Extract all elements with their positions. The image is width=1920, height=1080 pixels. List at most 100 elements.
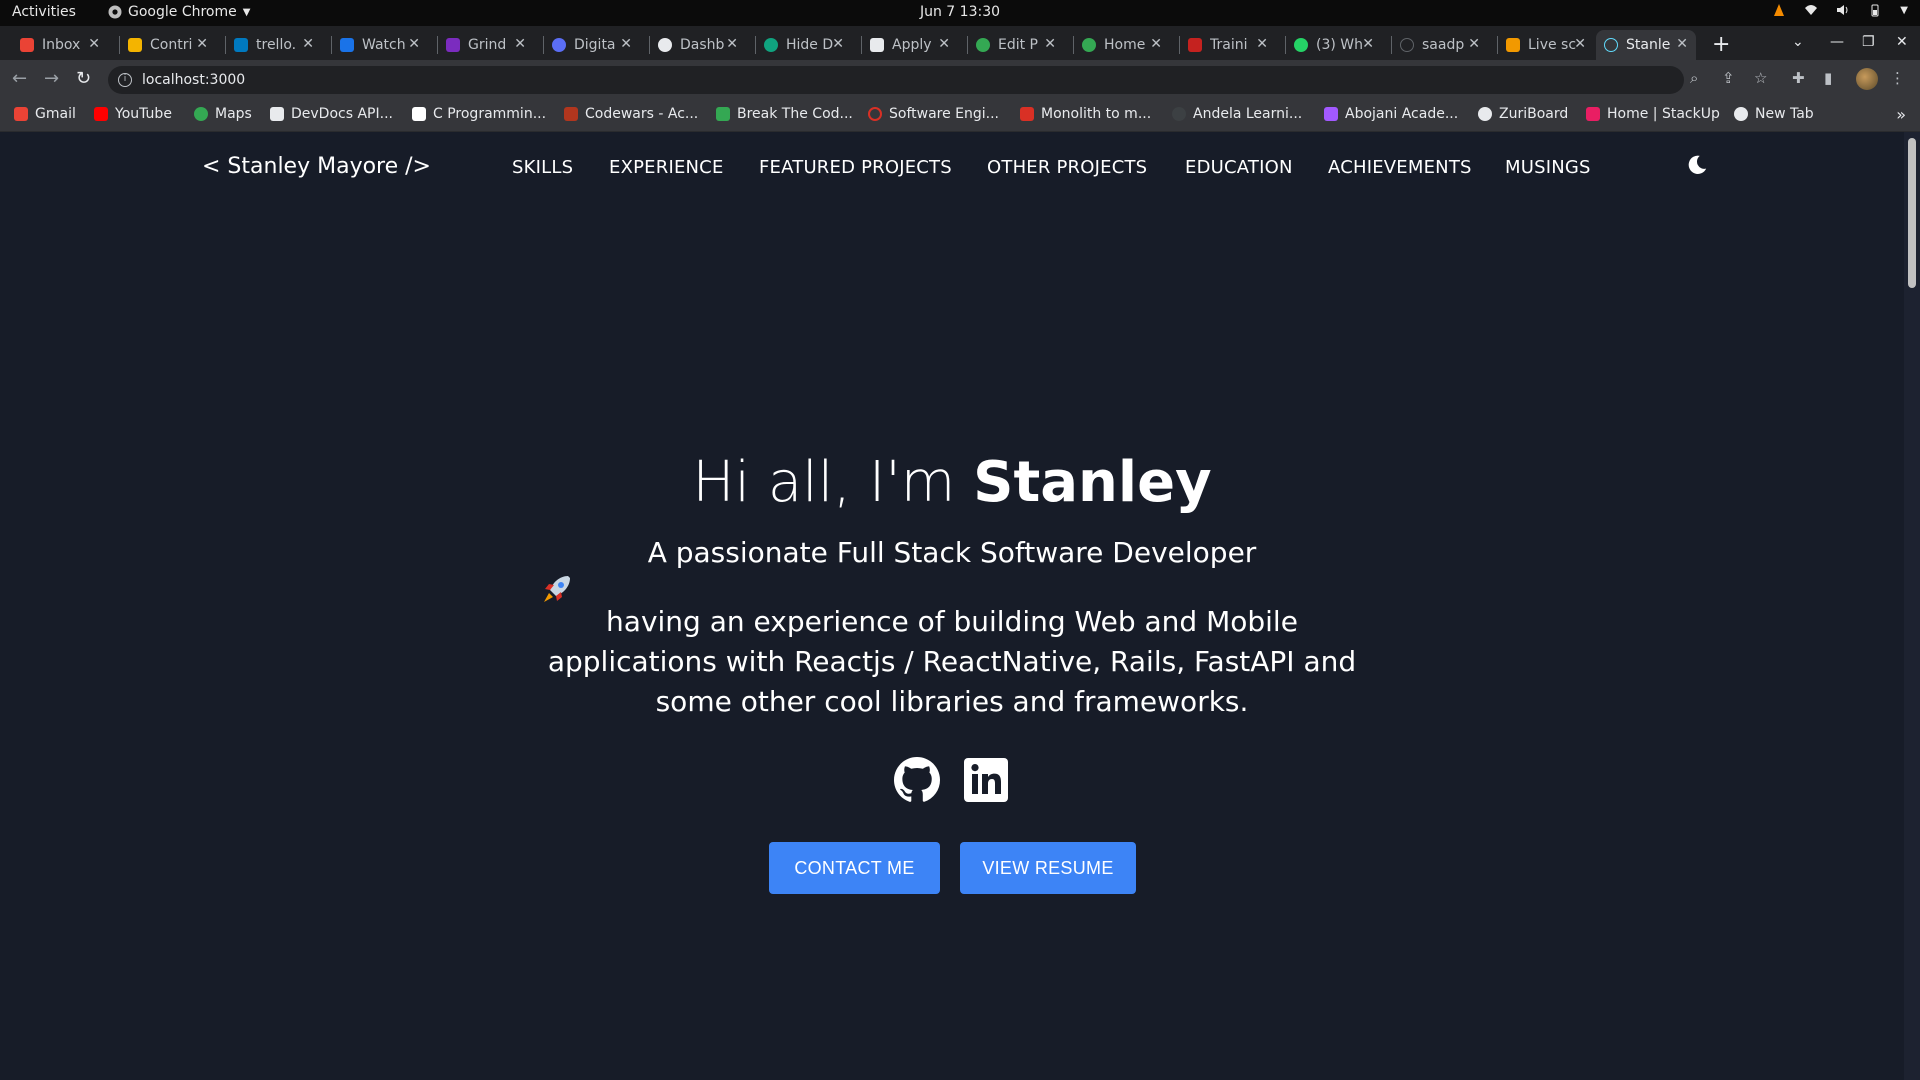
tab[interactable]: (3) Wh ✕ bbox=[1286, 30, 1382, 60]
profile-avatar[interactable] bbox=[1856, 68, 1878, 90]
tab-search-icon[interactable]: ⌄ bbox=[1792, 34, 1804, 50]
system-tray[interactable]: ▼ bbox=[1772, 3, 1908, 17]
close-icon[interactable]: ✕ bbox=[88, 36, 100, 52]
new-tab-button[interactable]: + bbox=[1712, 32, 1730, 57]
close-icon[interactable]: ✕ bbox=[832, 36, 844, 52]
bookmark-item[interactable]: Break The Cod... bbox=[716, 106, 853, 122]
back-icon[interactable]: ← bbox=[12, 68, 27, 89]
chrome-menu-icon[interactable]: ⋮ bbox=[1890, 69, 1905, 87]
volume-icon[interactable] bbox=[1836, 3, 1850, 17]
battery-icon[interactable] bbox=[1868, 3, 1882, 17]
forward-icon[interactable]: → bbox=[44, 68, 59, 89]
edit-icon bbox=[976, 38, 990, 52]
bookmark-item[interactable]: C Programmin... bbox=[412, 106, 546, 122]
tab[interactable]: Apply ✕ bbox=[862, 30, 958, 60]
restore-icon[interactable]: ❐ bbox=[1862, 34, 1875, 50]
nav-other-projects[interactable]: OTHER PROJECTS bbox=[987, 157, 1147, 178]
power-menu-icon[interactable]: ▼ bbox=[1900, 5, 1908, 16]
share-icon[interactable]: ⇪ bbox=[1722, 69, 1735, 87]
zoom-icon[interactable]: ⌕ bbox=[1690, 69, 1698, 87]
tab[interactable]: Digita ✕ bbox=[544, 30, 640, 60]
extensions-icon[interactable]: ✚ bbox=[1792, 69, 1805, 87]
url-text[interactable]: localhost:3000 bbox=[142, 72, 245, 88]
close-icon[interactable]: ✕ bbox=[1468, 36, 1480, 52]
more-bookmarks-icon[interactable]: » bbox=[1896, 105, 1906, 124]
close-icon[interactable]: ✕ bbox=[1044, 36, 1056, 52]
side-panel-icon[interactable]: ▮ bbox=[1824, 69, 1832, 87]
bookmark-item[interactable]: Abojani Acade... bbox=[1324, 106, 1458, 122]
view-resume-button[interactable]: VIEW RESUME bbox=[960, 842, 1136, 894]
tab-label: Live sc bbox=[1528, 37, 1577, 53]
close-icon[interactable]: ✕ bbox=[514, 36, 526, 52]
tab[interactable]: Contri ✕ bbox=[120, 30, 216, 60]
tab[interactable]: Traini ✕ bbox=[1180, 30, 1276, 60]
tab[interactable]: saadp ✕ bbox=[1392, 30, 1488, 60]
nav-achievements[interactable]: ACHIEVEMENTS bbox=[1328, 157, 1472, 178]
site-logo[interactable]: < Stanley Mayore /> bbox=[202, 154, 431, 179]
minimize-icon[interactable]: — bbox=[1830, 34, 1844, 50]
close-icon[interactable]: ✕ bbox=[408, 36, 420, 52]
hero-greeting: Hi all, I'm Stanley bbox=[0, 450, 1904, 515]
bookmark-item[interactable]: Home | StackUp bbox=[1586, 106, 1720, 122]
window-close-icon[interactable]: ✕ bbox=[1896, 34, 1908, 50]
tab-label: Dashb bbox=[680, 37, 725, 53]
wifi-icon[interactable] bbox=[1804, 3, 1818, 17]
close-icon[interactable]: ✕ bbox=[302, 36, 314, 52]
nav-featured-projects[interactable]: FEATURED PROJECTS bbox=[759, 157, 952, 178]
github-icon[interactable] bbox=[893, 756, 941, 804]
contact-me-button[interactable]: CONTACT ME bbox=[769, 842, 940, 894]
bookmark-item[interactable]: Monolith to m... bbox=[1020, 106, 1151, 122]
bookmark-item[interactable]: Andela Learni... bbox=[1172, 106, 1302, 122]
close-icon[interactable]: ✕ bbox=[1676, 36, 1688, 52]
tab[interactable]: trello. ✕ bbox=[226, 30, 322, 60]
nav-musings[interactable]: MUSINGS bbox=[1505, 157, 1591, 178]
close-icon[interactable]: ✕ bbox=[620, 36, 632, 52]
address-bar[interactable]: i localhost:3000 bbox=[108, 66, 1684, 94]
close-icon[interactable]: ✕ bbox=[1150, 36, 1162, 52]
tab[interactable]: Dashb ✕ bbox=[650, 30, 746, 60]
tab-active[interactable]: Stanle ✕ bbox=[1596, 30, 1696, 60]
nav-experience[interactable]: EXPERIENCE bbox=[609, 157, 724, 178]
tab[interactable]: Live sc ✕ bbox=[1498, 30, 1594, 60]
livescore-icon bbox=[1506, 38, 1520, 52]
tab[interactable]: Grind ✕ bbox=[438, 30, 534, 60]
tab[interactable]: Hide D ✕ bbox=[756, 30, 852, 60]
nav-education[interactable]: EDUCATION bbox=[1185, 157, 1293, 178]
activities-button[interactable]: Activities bbox=[12, 4, 76, 20]
tab[interactable]: Watch ✕ bbox=[332, 30, 428, 60]
bookmark-item[interactable]: ZuriBoard bbox=[1478, 106, 1568, 122]
github-tab-icon bbox=[1400, 38, 1414, 52]
bookmark-item[interactable]: YouTube bbox=[94, 106, 172, 122]
stackup-icon bbox=[1586, 107, 1600, 121]
close-icon[interactable]: ✕ bbox=[196, 36, 208, 52]
reload-icon[interactable]: ↻ bbox=[76, 68, 91, 89]
app-menu[interactable]: Google Chrome ▼ bbox=[108, 4, 250, 20]
close-icon[interactable]: ✕ bbox=[1362, 36, 1374, 52]
moon-icon[interactable] bbox=[1686, 154, 1708, 176]
page-scrollbar[interactable] bbox=[1904, 132, 1920, 1080]
close-icon[interactable]: ✕ bbox=[1574, 36, 1586, 52]
vlc-icon[interactable] bbox=[1772, 3, 1786, 17]
linkedin-icon[interactable] bbox=[962, 756, 1010, 804]
close-icon[interactable]: ✕ bbox=[1256, 36, 1268, 52]
bookmark-item[interactable]: Codewars - Ac... bbox=[564, 106, 698, 122]
bookmark-item[interactable]: DevDocs API... bbox=[270, 106, 393, 122]
tab[interactable]: Home ✕ bbox=[1074, 30, 1170, 60]
bookmark-item[interactable]: Gmail bbox=[14, 106, 76, 122]
tab-label: Apply bbox=[892, 37, 932, 53]
close-icon[interactable]: ✕ bbox=[726, 36, 738, 52]
bookmark-star-icon[interactable]: ☆ bbox=[1754, 69, 1767, 87]
tab[interactable]: Edit P ✕ bbox=[968, 30, 1064, 60]
nav-skills[interactable]: SKILLS bbox=[512, 157, 573, 178]
site-info-icon[interactable]: i bbox=[118, 73, 132, 87]
close-icon[interactable]: ✕ bbox=[938, 36, 950, 52]
bookmark-item[interactable]: Software Engi... bbox=[868, 106, 999, 122]
tab[interactable]: Inbox ✕ bbox=[12, 30, 108, 60]
bookmark-item[interactable]: Maps bbox=[194, 106, 252, 122]
bookmark-item[interactable]: New Tab bbox=[1734, 106, 1814, 122]
bookmark-label: New Tab bbox=[1755, 106, 1814, 122]
watch-icon bbox=[340, 38, 354, 52]
scrollbar-thumb[interactable] bbox=[1908, 138, 1916, 288]
dashboard-icon bbox=[658, 38, 672, 52]
clock[interactable]: Jun 7 13:30 bbox=[920, 4, 1000, 20]
